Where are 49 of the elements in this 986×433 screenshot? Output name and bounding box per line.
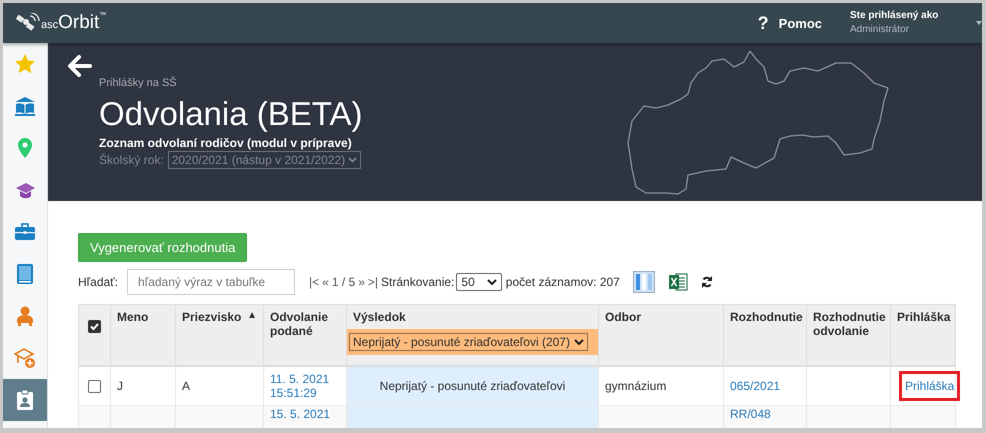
spreadsheet-icon[interactable] <box>668 272 688 292</box>
sort-ascending-icon[interactable]: ▲ <box>247 310 257 324</box>
book-icon <box>14 95 36 117</box>
satellite-icon <box>15 13 41 33</box>
next-page-link[interactable]: » <box>358 275 365 289</box>
star-icon <box>14 53 36 75</box>
column-header[interactable]: Meno <box>117 310 169 324</box>
study-field: gymnázium <box>605 379 666 393</box>
search-label: Hľadať: <box>78 275 118 289</box>
result-filter-select[interactable]: Neprijatý - posunuté zriaďovateľovi (207) <box>349 333 588 351</box>
book-icon <box>14 263 36 285</box>
user-name[interactable]: Administrátor <box>850 23 958 37</box>
graduation-cap-plus-icon <box>14 347 36 369</box>
id-badge-icon <box>14 389 36 411</box>
refresh-icon[interactable] <box>700 276 713 288</box>
help-icon[interactable]: ? <box>758 12 769 34</box>
page-size-label: Stránkovanie: <box>381 275 454 289</box>
school-year-label: Školský rok: <box>99 153 164 167</box>
page-size-select[interactable]: 50 <box>456 273 502 291</box>
back-arrow-icon[interactable] <box>68 55 92 77</box>
chevron-down-icon <box>348 157 358 163</box>
column-header[interactable]: Výsledok <box>353 310 406 324</box>
row-checkbox[interactable] <box>88 380 101 394</box>
caret-icon[interactable] <box>976 20 982 26</box>
previous-page-link[interactable]: « <box>322 275 329 289</box>
first-name: J <box>117 379 123 393</box>
page-subtitle: Zoznam odvolaní rodičov (modul v príprave) <box>99 136 352 150</box>
column-header[interactable]: Rozhodnutie <box>730 310 800 324</box>
sidebar-item[interactable] <box>3 379 47 421</box>
application-link[interactable]: Prihláška <box>899 371 960 401</box>
last-page-link[interactable]: >| <box>368 275 378 289</box>
chevron-down-icon <box>574 338 584 346</box>
person-icon <box>14 305 36 327</box>
select-all-checkbox[interactable] <box>88 320 101 334</box>
page-indicator: 1 / 5 <box>332 275 356 289</box>
first-page-link[interactable]: |< <box>309 275 320 289</box>
column-chooser-icon[interactable] <box>632 271 655 293</box>
search-field[interactable]: hľadaný výraz v tabuľke <box>127 269 296 295</box>
chevron-down-icon <box>486 278 497 286</box>
briefcase-icon <box>14 221 36 243</box>
column-header[interactable]: Priezvisko <box>182 310 242 324</box>
result-text: Neprijatý - posunuté zriaďovateľovi <box>380 379 566 393</box>
user-label: Ste prihlásený ako <box>850 9 940 23</box>
record-count: počet záznamov: 207 <box>506 275 620 289</box>
surname: A <box>182 379 190 393</box>
breadcrumb[interactable]: Prihlášky na SŠ <box>99 77 177 89</box>
page-title: Odvolania (BETA) <box>99 95 362 133</box>
column-header[interactable]: Prihláška <box>897 310 949 324</box>
help-link[interactable]: Pomoc <box>778 16 822 30</box>
